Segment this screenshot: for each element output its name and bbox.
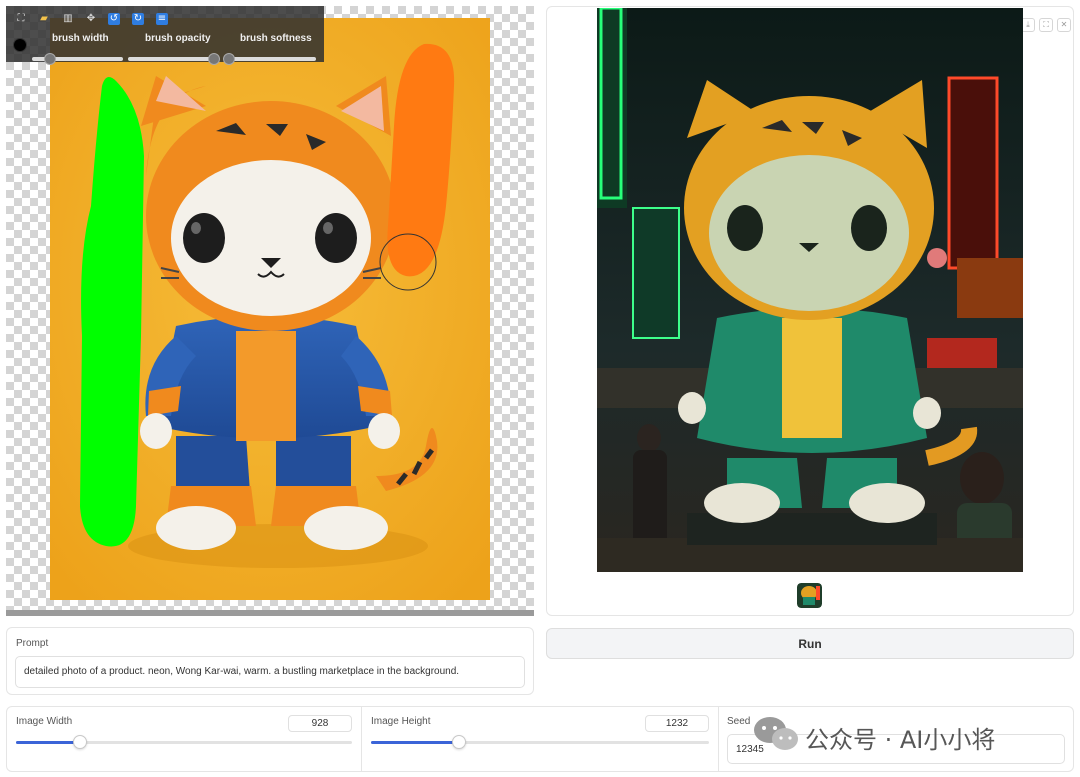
prompt-label: Prompt bbox=[16, 638, 49, 649]
brush-opacity-slider[interactable] bbox=[128, 57, 219, 61]
fullscreen-icon[interactable]: ⛶ bbox=[1039, 18, 1053, 32]
image-width-label: Image Width bbox=[16, 716, 73, 727]
divider bbox=[718, 706, 719, 772]
download-icon[interactable]: ⤓ bbox=[1021, 18, 1035, 32]
image-width-value[interactable]: 928 bbox=[288, 715, 352, 732]
image-height-label: Image Height bbox=[371, 716, 431, 727]
fullscreen-icon[interactable]: ⛶ bbox=[15, 13, 27, 25]
undo-icon[interactable]: ↺ bbox=[108, 13, 120, 25]
brush-softness-thumb[interactable] bbox=[223, 53, 235, 65]
image-width-slider-fill bbox=[16, 741, 80, 744]
brush-width-thumb[interactable] bbox=[44, 53, 56, 65]
trash-icon[interactable]: ▥ bbox=[62, 13, 74, 25]
image-height-value[interactable]: 1232 bbox=[645, 715, 709, 732]
brush-opacity-label: brush opacity bbox=[145, 33, 211, 44]
canvas-scrollbar[interactable] bbox=[6, 610, 534, 616]
watermark-text: 公众号 · AI小小将 bbox=[805, 726, 996, 754]
layers-icon[interactable]: ≡ bbox=[156, 13, 168, 25]
prompt-input[interactable]: detailed photo of a product. neon, Wong … bbox=[15, 656, 525, 688]
watermark: 公众号 · AI小小将 bbox=[752, 712, 1052, 754]
brush-color-swatch[interactable] bbox=[13, 38, 27, 52]
brush-opacity-thumb[interactable] bbox=[208, 53, 220, 65]
brush-toolbar: ⛶ ▰ ▥ ✥ ↺ ↻ ≡ brush width brush opacity … bbox=[6, 6, 324, 65]
image-editor-canvas[interactable] bbox=[6, 6, 534, 616]
image-height-slider-fill bbox=[371, 741, 459, 744]
close-icon[interactable]: ✕ bbox=[1057, 18, 1071, 32]
redo-icon[interactable]: ↻ bbox=[132, 13, 144, 25]
edit-image[interactable] bbox=[6, 6, 534, 616]
seed-label: Seed bbox=[727, 716, 751, 727]
open-folder-icon[interactable]: ▰ bbox=[38, 13, 50, 25]
brush-softness-label: brush softness bbox=[240, 33, 312, 44]
run-button[interactable]: Run bbox=[546, 628, 1074, 659]
output-thumbnail[interactable] bbox=[797, 583, 822, 608]
image-height-slider-knob[interactable] bbox=[451, 735, 466, 749]
image-width-slider-knob[interactable] bbox=[72, 735, 87, 749]
brush-width-label: brush width bbox=[52, 33, 109, 44]
move-icon[interactable]: ✥ bbox=[85, 13, 97, 25]
divider bbox=[361, 706, 362, 772]
brush-softness-slider[interactable] bbox=[224, 57, 316, 61]
wechat-icon bbox=[754, 717, 798, 750]
output-image[interactable] bbox=[597, 8, 1023, 572]
